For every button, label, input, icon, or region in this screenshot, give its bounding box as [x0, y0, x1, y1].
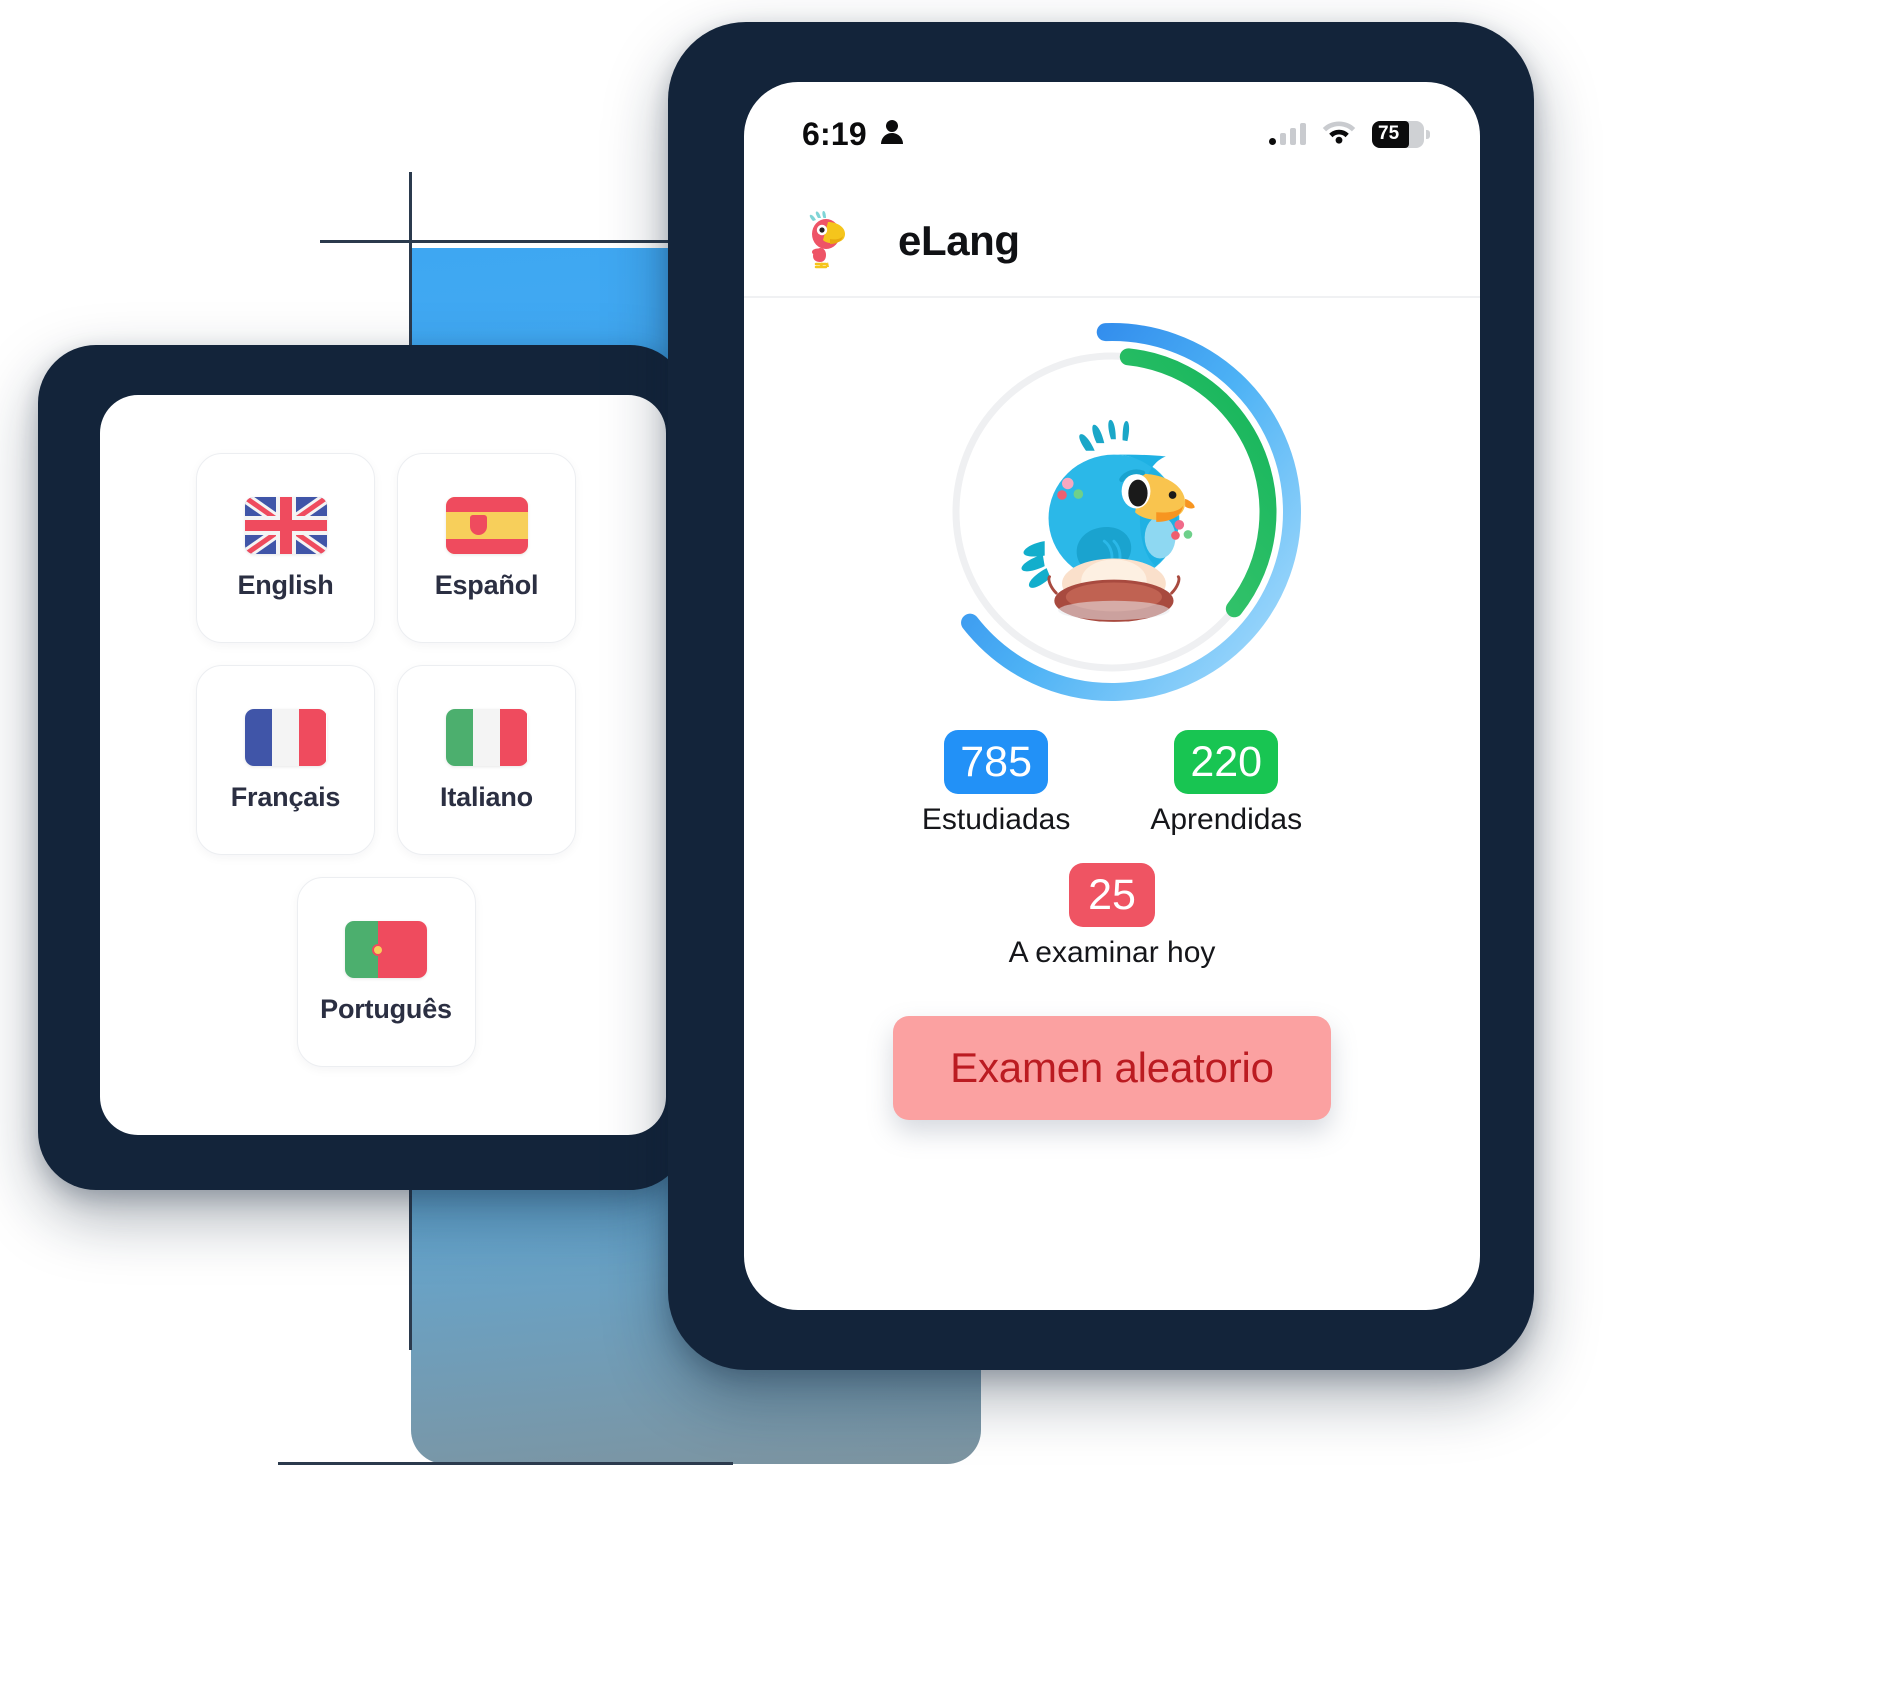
- battery-percent: 75: [1378, 123, 1400, 144]
- elang-dashboard-screen: 6:19 75 eLang 785 Estudiadas 220 Aprendi…: [744, 82, 1480, 1310]
- flag-es-icon: [445, 497, 528, 554]
- random-exam-button[interactable]: Examen aleatorio: [893, 1016, 1331, 1120]
- language-card-label: Italiano: [440, 782, 533, 812]
- status-time: 6:19: [802, 115, 867, 152]
- stat-aprendidas: 220 Aprendidas: [1150, 730, 1302, 835]
- stat-badge-value: 25: [1069, 863, 1155, 928]
- parrot-logo-icon: [802, 208, 862, 275]
- stat-a-examinar-hoy: 25 A examinar hoy: [744, 863, 1480, 968]
- cellular-signal-icon: [1269, 123, 1306, 145]
- stats-section: 785 Estudiadas 220 Aprendidas 25 A exami…: [744, 730, 1480, 968]
- flag-it-icon: [445, 709, 528, 766]
- language-card-portugues[interactable]: Português: [296, 877, 476, 1067]
- status-bar: 6:19 75: [744, 82, 1480, 186]
- language-card-english[interactable]: English: [196, 453, 375, 643]
- language-card-italiano[interactable]: Italiano: [397, 665, 576, 855]
- language-card-label: English: [237, 570, 334, 600]
- stat-caption: Estudiadas: [921, 803, 1071, 837]
- flag-gb-icon: [244, 497, 327, 554]
- status-bar-left: 6:19: [802, 116, 904, 153]
- phone-mockup-right: 6:19 75 eLang 785 Estudiadas 220 Aprendi…: [668, 22, 1534, 1370]
- stat-caption: A examinar hoy: [1008, 936, 1216, 970]
- stat-badge-value: 785: [944, 730, 1049, 795]
- language-card-espanol[interactable]: Español: [397, 453, 576, 643]
- phone-mockup-left: English Español Français Italiano Portug…: [38, 345, 688, 1190]
- cta-section: Examen aleatorio: [744, 1016, 1480, 1120]
- battery-icon: 75: [1372, 120, 1430, 148]
- language-card-francais[interactable]: Français: [196, 665, 375, 855]
- app-header: eLang: [744, 186, 1480, 298]
- app-title: eLang: [898, 217, 1020, 264]
- language-card-label: Português: [320, 994, 452, 1024]
- stat-caption: Aprendidas: [1150, 803, 1303, 837]
- language-grid: English Español Français Italiano Portug…: [196, 453, 576, 1067]
- flag-fr-icon: [244, 709, 327, 766]
- stat-badge-value: 220: [1174, 730, 1279, 795]
- flag-pt-icon: [345, 921, 427, 978]
- language-card-label: Español: [434, 570, 539, 600]
- status-bar-right: 75: [1269, 119, 1430, 149]
- language-selection-screen: English Español Français Italiano Portug…: [100, 395, 666, 1135]
- language-card-label: Français: [230, 782, 341, 812]
- stats-row: 785 Estudiadas 220 Aprendidas: [744, 730, 1480, 835]
- wifi-icon: [1322, 119, 1356, 149]
- progress-ring: [922, 322, 1302, 702]
- crosshair-horizontal-line-bottom: [278, 1462, 733, 1465]
- blue-parrot-mascot-icon: [987, 395, 1237, 645]
- person-icon: [880, 119, 904, 150]
- stat-estudiadas: 785 Estudiadas: [922, 730, 1070, 835]
